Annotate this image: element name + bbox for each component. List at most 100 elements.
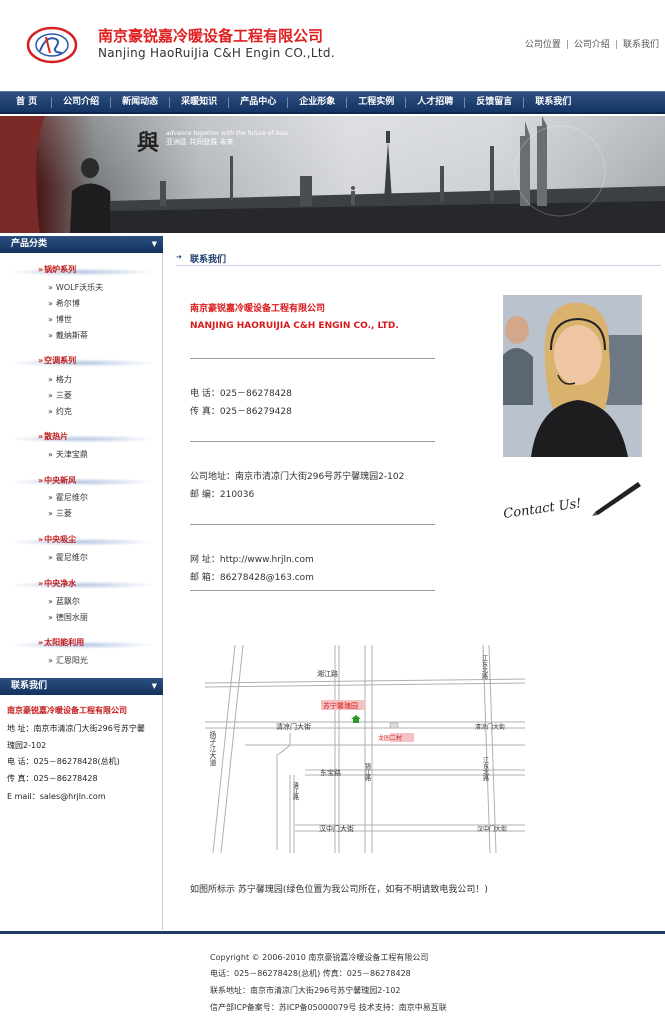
top-link-separator: | bbox=[565, 40, 569, 50]
nav-jobs[interactable]: 人才招聘 bbox=[406, 96, 466, 108]
footer-icp[interactable]: 信产部ICP备案号：苏ICP备05000079号 技术支持：南京中易互联 bbox=[210, 1002, 447, 1013]
category-divider bbox=[8, 359, 156, 367]
map-label: 龙园二村 bbox=[378, 734, 402, 742]
product-link[interactable]: 三菱 bbox=[48, 390, 72, 401]
city-skyline-illustration bbox=[0, 116, 665, 233]
product-link[interactable]: WOLF沃乐夫 bbox=[48, 282, 103, 293]
main-fax: 传 真：025－86279428 bbox=[190, 407, 292, 417]
product-link[interactable]: 汇恩阳光 bbox=[48, 655, 88, 666]
category-radiators[interactable]: 散热片 bbox=[38, 431, 68, 442]
contact-title: 联系我们 bbox=[11, 681, 48, 691]
map-label: 湘江路 bbox=[317, 669, 338, 678]
contact-address: 地 址：南京市清凉门大街296号苏宁馨 bbox=[7, 723, 145, 734]
top-link-separator: | bbox=[614, 40, 618, 50]
product-link[interactable]: 格力 bbox=[48, 374, 72, 385]
divider bbox=[190, 590, 435, 591]
nav-news[interactable]: 新闻动态 bbox=[111, 96, 171, 108]
category-divider bbox=[8, 581, 156, 589]
product-link[interactable]: 戴纳斯蒂 bbox=[48, 330, 88, 341]
caret-down-icon: ▼ bbox=[151, 240, 157, 248]
main-website[interactable]: 网 址：http://www.hrjln.com bbox=[190, 552, 314, 565]
product-link[interactable]: 霍尼维尔 bbox=[48, 492, 88, 503]
arrow-right-icon: ➔ bbox=[176, 253, 182, 261]
map-label: 扬子江大道 bbox=[209, 730, 217, 767]
divider bbox=[190, 441, 435, 442]
category-solar[interactable]: 太阳能利用 bbox=[38, 637, 84, 648]
category-divider bbox=[8, 435, 156, 443]
category-divider bbox=[8, 268, 156, 276]
product-link[interactable]: 霍尼维尔 bbox=[48, 552, 88, 563]
nav-heating-knowledge[interactable]: 采暖知识 bbox=[170, 96, 230, 108]
map-label: 汉中门大街 bbox=[477, 825, 507, 833]
category-fresh-air[interactable]: 中央新风 bbox=[38, 475, 76, 486]
main-company-cn: 南京豪锐嘉冷暖设备工程有限公司 bbox=[190, 304, 326, 314]
top-link-about[interactable]: 公司介绍 bbox=[574, 40, 610, 50]
location-map[interactable]: 湘江路 江东北路 苏宁馨瑰园 清凉门大街 清凉门大街 龙园二村 扬子江大道 东宝… bbox=[205, 645, 525, 853]
contact-header: 联系我们 ▼ bbox=[0, 678, 163, 695]
banner-mark: 與 bbox=[137, 130, 160, 156]
contact-address-value: 南京市清凉门大街296号苏宁馨 bbox=[33, 724, 145, 733]
caret-down-icon: ▼ bbox=[151, 682, 157, 690]
contact-email[interactable]: E mail：sales@hrjln.com bbox=[7, 791, 106, 802]
map-note: 如图所标示 苏宁馨瑰园(绿色位置为我公司所在，如有不明请致电我公司！) bbox=[190, 885, 488, 895]
map-label: 清江路 bbox=[292, 781, 299, 801]
main-company-en: NANJING HAORUIJIA C&H ENGIN CO., LTD. bbox=[190, 321, 399, 331]
map-label: 汉中门大街 bbox=[319, 824, 354, 833]
nav-about[interactable]: 公司介绍 bbox=[52, 96, 112, 108]
contact-company: 南京豪锐嘉冷暖设备工程有限公司 bbox=[7, 706, 127, 715]
contact-address-label: 地 址： bbox=[7, 724, 34, 733]
footer-copyright: Copyright © 2006-2010 南京豪锐嘉冷暖设备工程有限公司 bbox=[210, 953, 429, 962]
category-boilers[interactable]: 锅炉系列 bbox=[38, 264, 76, 275]
nav-projects[interactable]: 工程实例 bbox=[347, 96, 407, 108]
nav-feedback[interactable]: 反馈留言 bbox=[465, 96, 525, 108]
product-link[interactable]: 蓝飘尔 bbox=[48, 596, 80, 607]
support-agent-photo bbox=[503, 295, 642, 457]
divider bbox=[190, 524, 435, 525]
map-label: 江东北路 bbox=[481, 655, 488, 680]
nav-image[interactable]: 企业形象 bbox=[288, 96, 348, 108]
product-link[interactable]: 希尔博 bbox=[48, 298, 80, 309]
company-name-cn: 南京豪锐嘉冷暖设备工程有限公司 bbox=[98, 27, 324, 45]
main-phone: 电 话：025－86278428 bbox=[190, 389, 292, 399]
nav-contact[interactable]: 联系我们 bbox=[524, 97, 582, 108]
product-link[interactable]: 博世 bbox=[48, 314, 72, 325]
product-link[interactable]: 三菱 bbox=[48, 508, 72, 519]
category-air-conditioning[interactable]: 空调系列 bbox=[38, 355, 76, 366]
contact-fax: 传 真：025－86278428 bbox=[7, 774, 98, 783]
title-underline bbox=[176, 265, 661, 266]
product-category-header: 产品分类 ▼ bbox=[0, 236, 163, 253]
page-title: 联系我们 bbox=[190, 255, 227, 265]
banner-slogan-en: advance together with the future of Asia bbox=[166, 130, 288, 137]
category-water-purification[interactable]: 中央净水 bbox=[38, 578, 76, 589]
map-label: 江东北路 bbox=[482, 757, 489, 782]
map-label: 锦江路 bbox=[364, 762, 371, 782]
main-email[interactable]: 邮 箱：86278428@163.com bbox=[190, 570, 314, 583]
footer-address: 联系地址：南京市清凉门大街296号苏宁馨瑰园2-102 bbox=[210, 986, 401, 995]
main-address: 公司地址：南京市清凉门大街296号苏宁馨瑰园2-102 bbox=[190, 472, 405, 482]
footer-phone: 电话：025－86278428(总机) 传真：025－86278428 bbox=[210, 969, 411, 978]
top-link-location[interactable]: 公司位置 bbox=[525, 40, 561, 50]
nav-products[interactable]: 产品中心 bbox=[229, 96, 289, 108]
nav-home[interactable]: 首 页 bbox=[2, 96, 53, 108]
category-vacuum[interactable]: 中央吸尘 bbox=[38, 534, 76, 545]
top-link-contact[interactable]: 联系我们 bbox=[623, 40, 659, 50]
category-divider bbox=[8, 538, 156, 546]
contact-phone: 电 话：025－86278428(总机) bbox=[7, 757, 120, 766]
product-link[interactable]: 德国水丽 bbox=[48, 612, 88, 623]
company-logo[interactable] bbox=[26, 25, 78, 65]
product-category-title: 产品分类 bbox=[11, 239, 48, 249]
company-name-en: Nanjing HaoRuiJia C&H Engin CO.,Ltd. bbox=[98, 46, 335, 60]
signature-text: Contact Us! bbox=[502, 496, 582, 522]
banner-slogan-cn: 亚洲區 共同發展 未来 bbox=[166, 138, 234, 146]
product-link[interactable]: 天津宝鼎 bbox=[48, 449, 88, 460]
main-nav: 首 页 公司介绍 新闻动态 采暖知识 产品中心 企业形象 工程实例 人才招聘 反… bbox=[0, 91, 665, 114]
category-divider bbox=[8, 478, 156, 486]
map-label: 东宝路 bbox=[320, 768, 341, 777]
product-link[interactable]: 约克 bbox=[48, 406, 72, 417]
map-label: 苏宁馨瑰园 bbox=[323, 701, 358, 710]
main-postcode: 邮 编：210036 bbox=[190, 490, 255, 500]
banner-image bbox=[0, 116, 665, 233]
divider bbox=[190, 358, 435, 359]
map-label: 清凉门大街 bbox=[475, 723, 505, 731]
footer-divider bbox=[0, 931, 665, 934]
